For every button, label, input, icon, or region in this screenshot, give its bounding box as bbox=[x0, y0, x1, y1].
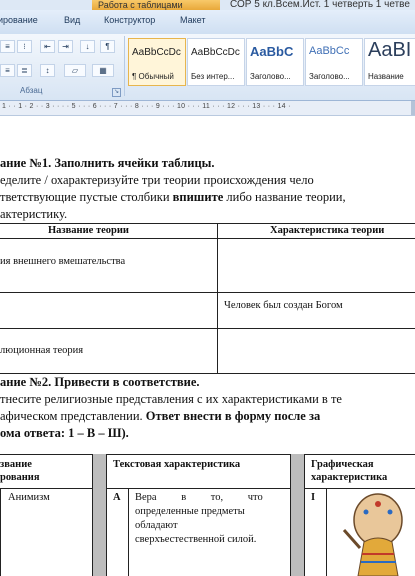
document-title: СОР 5 кл.Всем.Ист. 1 четверть 1 четве bbox=[230, 0, 410, 10]
context-tab-table-tools[interactable]: Работа с таблицами bbox=[92, 0, 220, 10]
table1-header-characteristic: Характеристика теории bbox=[270, 225, 385, 236]
style-sample: AaBbCc bbox=[309, 45, 350, 57]
table1-border bbox=[0, 292, 415, 293]
tab-review[interactable]: ирование bbox=[0, 15, 38, 25]
task2-instruction-line1: тнесите религиозные представления с их х… bbox=[0, 392, 342, 406]
horizontal-ruler[interactable]: 1 · · 1 · 2 · · 3 · · · · 5 · · · 6 · · … bbox=[0, 101, 415, 116]
table1-column-divider bbox=[217, 223, 218, 373]
style-sample: AaBbCcDc bbox=[191, 47, 240, 58]
shading-icon[interactable]: ▱ bbox=[64, 64, 86, 77]
table2-row1-text-line2: определенные предметы bbox=[135, 506, 245, 517]
style-normal[interactable]: AaBbCcDc ¶ Обычный bbox=[128, 38, 186, 86]
tab-view[interactable]: Вид bbox=[64, 15, 80, 25]
illustration-detail bbox=[363, 509, 369, 515]
task2-instruction-line2: афическом представлении. Ответ внести в … bbox=[0, 409, 320, 424]
group-separator bbox=[124, 36, 125, 96]
line-spacing-icon[interactable]: ↕ bbox=[40, 64, 55, 77]
table2-left-border bbox=[0, 488, 1, 576]
table2-spacer-column bbox=[290, 454, 304, 576]
table1-border bbox=[0, 328, 415, 329]
tab-layout[interactable]: Макет bbox=[180, 15, 205, 25]
table2-header-name-l2: рования bbox=[0, 472, 40, 483]
style-title[interactable]: AaBI Название bbox=[364, 38, 415, 86]
numbering-icon[interactable]: ≡ bbox=[0, 40, 15, 53]
table2-header-text: Текстовая характеристика bbox=[113, 459, 241, 470]
style-sample: AaBbC bbox=[250, 44, 294, 59]
dialog-launcher-icon[interactable]: ↘ bbox=[112, 88, 121, 97]
style-no-spacing[interactable]: AaBbCcDc Без интер... bbox=[187, 38, 245, 86]
ribbon-toolbar: ≡ ⁝ ⇤ ⇥ ↓ ¶ ≡ ≣ ↕ ▱ ▦ Абзац ↘ AaBbCcDc ¶… bbox=[0, 34, 415, 101]
text-run: афическом представлении. bbox=[0, 409, 146, 423]
style-name: Без интер... bbox=[191, 72, 235, 81]
style-heading-1[interactable]: AaBbC Заголово... bbox=[246, 38, 304, 86]
table1-header-name: Название теории bbox=[48, 225, 129, 236]
table2-row1-name: Анимизм bbox=[8, 492, 50, 503]
title-bar: Работа с таблицами СОР 5 кл.Всем.Ист. 1 … bbox=[0, 0, 415, 10]
style-name: Заголово... bbox=[309, 72, 350, 81]
table2-row1-roman: I bbox=[311, 492, 316, 503]
task2-instruction-line3: ома ответа: 1 – В – Ш). bbox=[0, 426, 129, 440]
group-label-paragraph: Абзац bbox=[20, 86, 43, 95]
table2-column-divider bbox=[304, 454, 305, 576]
task2-title: ание №2. Привести в соответствие. bbox=[0, 375, 200, 389]
table2-roman-divider bbox=[326, 488, 327, 576]
table2-row1-letter: А bbox=[113, 492, 121, 503]
table2-border-top bbox=[0, 454, 415, 455]
sort-icon[interactable]: ↓ bbox=[80, 40, 95, 53]
style-name: Заголово... bbox=[250, 72, 291, 81]
text-run-bold: впишите bbox=[172, 190, 224, 204]
table2-column-divider bbox=[290, 454, 291, 576]
style-sample: AaBI bbox=[368, 39, 412, 61]
table1-border bbox=[0, 238, 415, 239]
text-run-bold: Ответ внести в форму после за bbox=[145, 409, 321, 423]
task1-instruction-line2: тветствующие пустые столбики впишите либ… bbox=[0, 190, 346, 205]
style-name: Название bbox=[368, 72, 404, 81]
table2-header-graphic-l2: характеристика bbox=[311, 472, 388, 483]
ruler-indent-marker[interactable] bbox=[411, 101, 415, 115]
table2-header-name-l1: звание bbox=[0, 459, 32, 470]
pilcrow-icon[interactable]: ¶ bbox=[100, 40, 115, 53]
table2-column-divider bbox=[92, 454, 93, 576]
style-heading-2[interactable]: AaBbCc Заголово... bbox=[305, 38, 363, 86]
style-name: ¶ Обычный bbox=[132, 72, 174, 81]
illustration-detail bbox=[375, 501, 381, 507]
style-sample: AaBbCcDc bbox=[132, 47, 181, 58]
table2-border bbox=[0, 488, 415, 489]
increase-indent-icon[interactable]: ⇥ bbox=[58, 40, 73, 53]
justify-icon[interactable]: ≣ bbox=[17, 64, 32, 77]
illustration-body bbox=[357, 537, 399, 576]
decrease-indent-icon[interactable]: ⇤ bbox=[40, 40, 55, 53]
table2-spacer-column bbox=[92, 454, 106, 576]
table1-border-bottom bbox=[0, 373, 415, 374]
table2-row1-text-line3: обладают bbox=[135, 520, 178, 531]
table2-letter-divider bbox=[128, 488, 129, 576]
task1-instruction-line3: актеристику. bbox=[0, 207, 68, 221]
shaman-illustration bbox=[342, 493, 403, 576]
task1-instruction-line1: еделите / охарактеризуйте три теории про… bbox=[0, 173, 314, 187]
table1-border-top bbox=[0, 223, 415, 224]
table1-row2-characteristic[interactable]: Человек был создан Богом bbox=[224, 300, 343, 311]
table1-row1-name[interactable]: ия внешнего вмешательства bbox=[0, 256, 125, 267]
tab-design[interactable]: Конструктор bbox=[104, 15, 155, 25]
task1-title: ание №1. Заполнить ячейки таблицы. bbox=[0, 156, 215, 170]
table1-row3-name[interactable]: люционная теория bbox=[0, 345, 83, 356]
text-run: либо название теории, bbox=[223, 190, 346, 204]
illustration-detail bbox=[387, 509, 393, 515]
multilevel-list-icon[interactable]: ⁝ bbox=[17, 40, 32, 53]
borders-icon[interactable]: ▦ bbox=[92, 64, 114, 77]
ruler-ticks: 1 · · 1 · 2 · · 3 · · · · 5 · · · 6 · · … bbox=[2, 103, 291, 110]
document-page[interactable]: ание №1. Заполнить ячейки таблицы. едели… bbox=[0, 116, 415, 576]
table2-column-divider bbox=[106, 454, 107, 576]
table2-row1-text-line4: сверхъестественной силой. bbox=[135, 534, 257, 545]
align-center-icon[interactable]: ≡ bbox=[0, 64, 15, 77]
table2-header-graphic-l1: Графическая bbox=[311, 459, 374, 470]
text-run: тветствующие пустые столбики bbox=[0, 190, 173, 204]
table2-row1-text-line1: Вера в то, что bbox=[135, 492, 263, 503]
ribbon-tabs: ирование Вид Конструктор Макет bbox=[0, 10, 415, 35]
